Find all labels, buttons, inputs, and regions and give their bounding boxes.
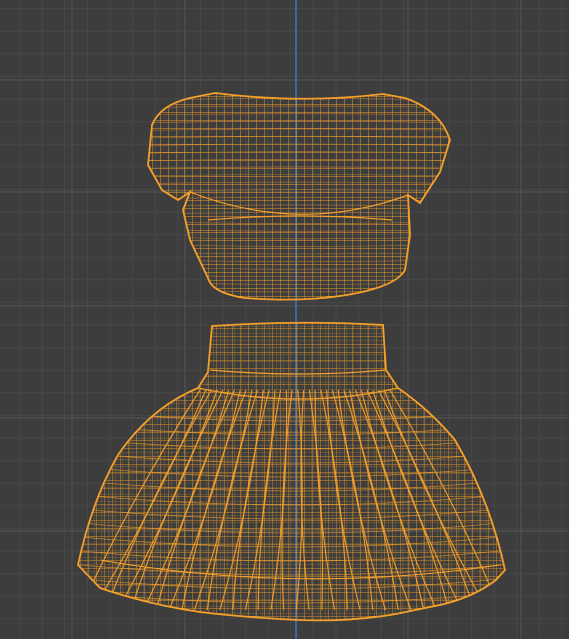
viewport-canvas[interactable]: [0, 0, 569, 639]
crop-top-mesh[interactable]: [140, 90, 460, 305]
3d-viewport[interactable]: [0, 0, 569, 639]
skirt-mesh[interactable]: [70, 318, 510, 628]
